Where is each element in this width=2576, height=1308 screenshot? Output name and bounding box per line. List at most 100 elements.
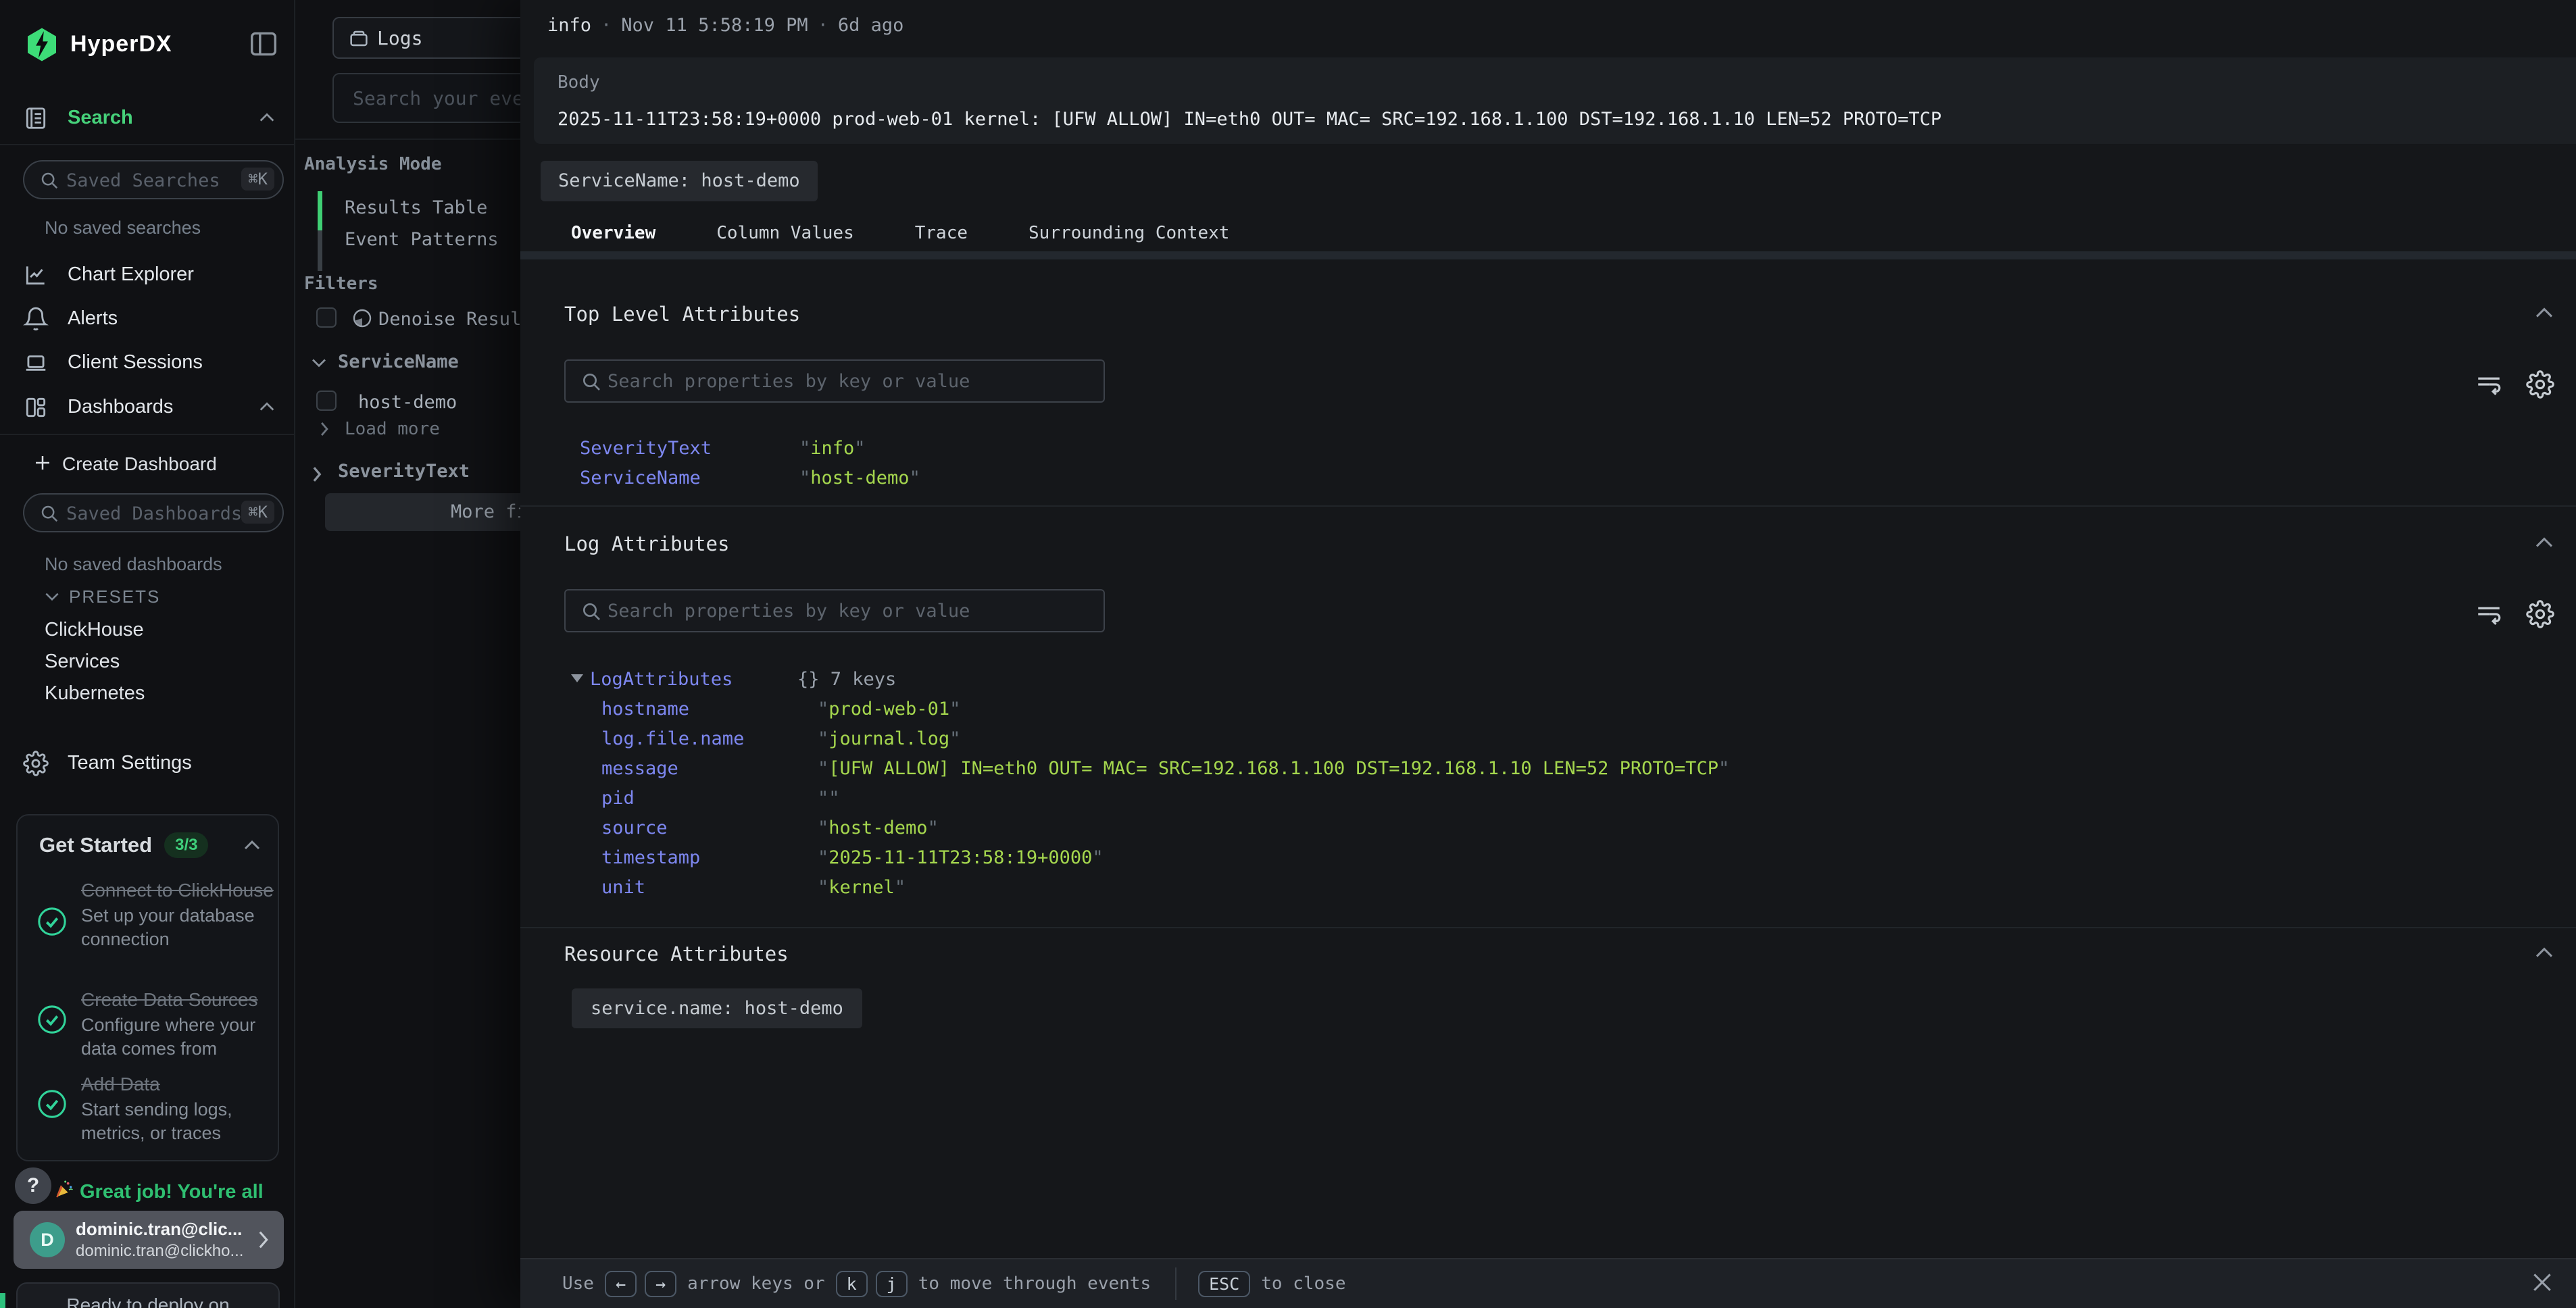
attr-value[interactable]: [UFW ALLOW] IN=eth0 OUT= MAC= SRC=192.16… xyxy=(818,758,1729,779)
chevron-up-icon[interactable] xyxy=(2533,305,2556,320)
sidebar-item-team-settings[interactable]: Team Settings xyxy=(0,747,295,782)
attr-key[interactable]: unit xyxy=(601,877,645,898)
arrow-right-key[interactable]: → xyxy=(645,1271,676,1297)
arrow-left-key[interactable]: ← xyxy=(605,1271,637,1297)
chevron-down-icon[interactable] xyxy=(309,357,328,369)
attr-tree-root[interactable]: LogAttributes xyxy=(571,669,733,690)
saved-dashboards-placeholder: Saved Dashboards xyxy=(66,503,242,524)
chevron-right-icon xyxy=(255,1228,270,1251)
denoise-checkbox[interactable] xyxy=(316,307,337,328)
deploy-popover: Ready to deploy on xyxy=(16,1282,280,1308)
filter-group-servicename[interactable]: ServiceName xyxy=(338,351,459,372)
preset-kubernetes[interactable]: Kubernetes xyxy=(45,682,145,705)
log-attrs-search-input[interactable]: Search properties by key or value xyxy=(564,589,1105,632)
get-started-title: Get Started xyxy=(39,833,152,857)
get-started-item-desc: Start sending logs, metrics, or traces xyxy=(81,1098,278,1145)
sidebar-item-chart-explorer[interactable]: Chart Explorer xyxy=(0,258,295,293)
preset-services[interactable]: Services xyxy=(45,651,120,673)
mode-event-patterns[interactable]: Event Patterns xyxy=(345,229,499,250)
gear-icon[interactable] xyxy=(2526,370,2554,399)
sidebar-item-dashboards[interactable]: Dashboards xyxy=(0,391,295,426)
attr-value[interactable]: kernel xyxy=(818,877,906,898)
load-more-button[interactable]: Load more xyxy=(345,419,440,439)
party-popper-icon xyxy=(53,1179,74,1201)
event-search-input[interactable]: Search your event xyxy=(332,73,520,123)
chevron-up-icon[interactable] xyxy=(2533,535,2556,550)
resource-service-tag[interactable]: service.name: host-demo xyxy=(572,988,862,1028)
get-started-item[interactable]: Connect to ClickHouse Set up your databa… xyxy=(81,878,278,951)
get-started-item-title: Connect to ClickHouse xyxy=(81,878,278,903)
more-filters-button[interactable]: More filters xyxy=(325,493,520,531)
preset-clickhouse[interactable]: ClickHouse xyxy=(45,619,144,641)
attr-value[interactable]: prod-web-01 xyxy=(818,699,960,720)
divider xyxy=(520,927,2576,928)
attr-key[interactable]: timestamp xyxy=(601,847,700,868)
bell-icon xyxy=(23,306,49,332)
attr-key[interactable]: message xyxy=(601,758,678,779)
create-dashboard-button[interactable]: Create Dashboard xyxy=(32,450,289,480)
database-icon xyxy=(347,27,370,50)
attr-value[interactable]: journal.log xyxy=(818,728,960,749)
denoise-label[interactable]: Denoise Results xyxy=(378,309,520,330)
hyperdx-logo-icon xyxy=(23,26,61,64)
top-attrs-search-input[interactable]: Search properties by key or value xyxy=(564,359,1105,403)
filter-value-host-demo[interactable]: host-demo xyxy=(358,392,457,413)
service-name-tag[interactable]: ServiceName: host-demo xyxy=(541,161,818,201)
logo-row: HyperDX xyxy=(0,24,295,65)
denoise-icon xyxy=(351,307,373,329)
tab-underline-track xyxy=(520,251,2576,259)
get-started-item[interactable]: Create Data Sources Configure where your… xyxy=(81,987,278,1061)
tab-trace[interactable]: Trace xyxy=(885,215,998,251)
j-key[interactable]: j xyxy=(876,1271,908,1297)
gear-icon[interactable] xyxy=(2526,600,2554,628)
attr-value[interactable]: 2025-11-11T23:58:19+0000 xyxy=(818,847,1104,868)
close-icon[interactable] xyxy=(2529,1269,2556,1296)
sidebar-item-client-sessions[interactable]: Client Sessions xyxy=(0,346,295,381)
sidebar-item-label: Team Settings xyxy=(68,752,192,774)
saved-dashboards-input[interactable]: Saved Dashboards ⌘K xyxy=(23,493,284,532)
host-demo-checkbox[interactable] xyxy=(316,391,337,411)
tab-column-values[interactable]: Column Values xyxy=(686,215,885,251)
sidebar-item-label: Search xyxy=(68,107,133,129)
chevron-up-icon[interactable] xyxy=(2533,945,2556,960)
mode-results-table[interactable]: Results Table xyxy=(345,197,487,218)
source-select[interactable]: Logs xyxy=(332,17,520,59)
get-started-item[interactable]: Add Data Start sending logs, metrics, or… xyxy=(81,1072,278,1145)
sidebar-item-alerts[interactable]: Alerts xyxy=(0,302,295,337)
tab-surrounding-context[interactable]: Surrounding Context xyxy=(998,215,1260,251)
attr-value[interactable]: info xyxy=(799,438,866,459)
attr-value[interactable]: host-demo xyxy=(799,468,920,488)
attr-key[interactable]: pid xyxy=(601,788,635,809)
attr-value[interactable]: host-demo xyxy=(818,818,939,838)
attr-key[interactable]: hostname xyxy=(601,699,689,720)
help-button[interactable]: ? xyxy=(15,1167,51,1204)
filters-label: Filters xyxy=(304,274,378,294)
wrap-text-icon[interactable] xyxy=(2475,600,2503,628)
esc-key[interactable]: ESC xyxy=(1198,1271,1250,1297)
chevron-right-icon xyxy=(319,420,330,438)
deploy-popover-text: Ready to deploy on xyxy=(18,1294,278,1308)
wrap-text-icon[interactable] xyxy=(2475,370,2503,399)
no-saved-searches-note: No saved searches xyxy=(45,218,201,238)
user-name: dominic.tran@clic... xyxy=(76,1219,242,1240)
attr-value[interactable] xyxy=(818,788,840,809)
attr-key[interactable]: ServiceName xyxy=(580,468,701,488)
chevron-up-icon[interactable] xyxy=(242,838,262,852)
sidebar-item-label: Dashboards xyxy=(68,396,173,418)
search-book-icon xyxy=(23,105,49,131)
sidebar-collapse-icon[interactable] xyxy=(249,31,278,57)
filter-group-severitytext[interactable]: SeverityText xyxy=(338,461,470,482)
attr-key[interactable]: log.file.name xyxy=(601,728,744,749)
tab-overview[interactable]: Overview xyxy=(541,215,686,251)
footer-or-label: arrow keys or xyxy=(687,1274,825,1294)
get-started-header[interactable]: Get Started3/3 xyxy=(39,833,262,865)
k-key[interactable]: k xyxy=(836,1271,868,1297)
attr-key[interactable]: source xyxy=(601,818,668,838)
saved-searches-input[interactable]: Saved Searches ⌘K xyxy=(23,160,284,199)
attr-key[interactable]: SeverityText xyxy=(580,438,712,459)
user-menu[interactable]: D dominic.tran@clic... dominic.tran@clic… xyxy=(14,1211,284,1269)
severity-badge: info xyxy=(547,15,591,36)
sidebar-item-search[interactable]: Search xyxy=(0,101,295,136)
chevron-right-icon[interactable] xyxy=(311,465,323,484)
sidebar-item-label: Alerts xyxy=(68,307,118,330)
